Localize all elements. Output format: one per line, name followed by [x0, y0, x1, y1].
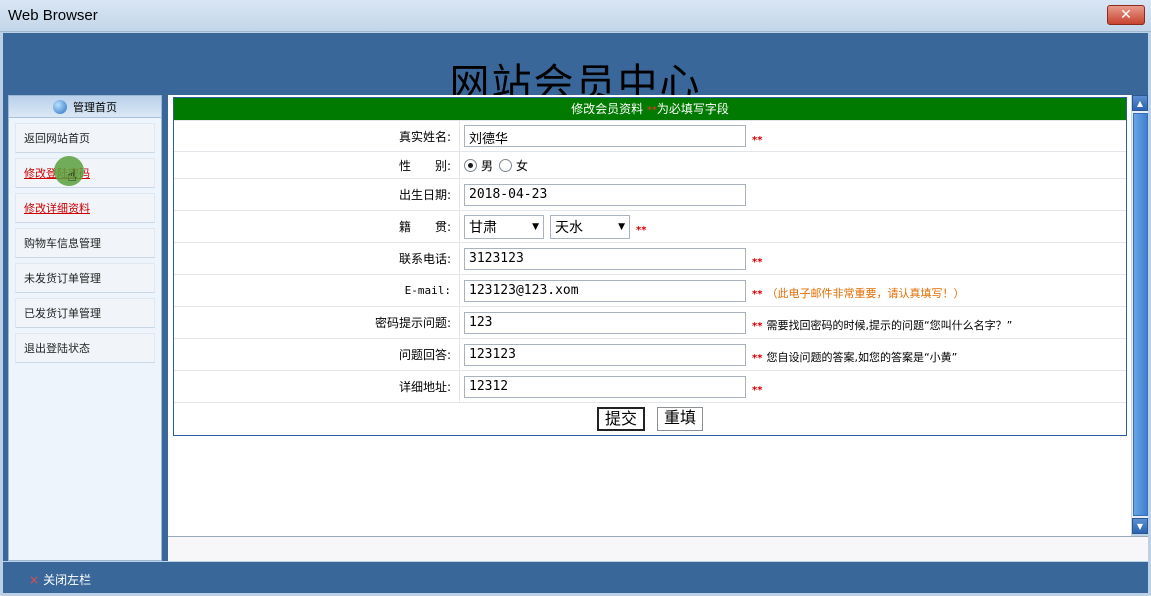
row-gender: 性 别: 男 女: [174, 151, 1126, 178]
city-value: 天水: [555, 219, 583, 236]
sidebar-item-cart[interactable]: 购物车信息管理: [15, 228, 155, 258]
required-mark: **: [752, 321, 763, 332]
required-mark: **: [752, 134, 763, 146]
required-mark: **: [752, 289, 763, 300]
province-value: 甘肃: [469, 219, 497, 236]
close-left-panel-link[interactable]: × 关闭左栏: [29, 571, 91, 588]
sidebar-item-unshipped-orders[interactable]: 未发货订单管理: [15, 263, 155, 293]
window-close-button[interactable]: ✕: [1107, 5, 1145, 25]
reset-button[interactable]: 重填: [657, 407, 704, 431]
name-input[interactable]: 刘德华: [464, 125, 746, 147]
gender-female-radio[interactable]: [499, 158, 513, 172]
birthday-label: 出生日期:: [174, 179, 460, 210]
site-header: 网站会员中心: [3, 33, 1148, 95]
address-input[interactable]: 12312: [464, 375, 746, 398]
answer-input[interactable]: 123123: [464, 343, 746, 366]
footer-bar: × 关闭左栏: [3, 562, 1148, 593]
email-input[interactable]: 123123@123.xom: [464, 279, 746, 302]
profile-form: 修改会员资料 **为必填写字段 真实姓名: 刘德华 ** 性 别: 男 女 出生…: [173, 97, 1127, 436]
sidebar-item-shipped-orders[interactable]: 已发货订单管理: [15, 298, 155, 328]
sidebar-item-change-password[interactable]: 修改登陆密码: [15, 158, 155, 188]
phone-label: 联系电话:: [174, 243, 460, 274]
close-icon: ×: [29, 573, 40, 587]
globe-icon: [53, 100, 67, 114]
left-sidebar: 管理首页 返回网站首页 修改登陆密码 修改详细资料 购物车信息管理 未发货订单管…: [3, 95, 168, 561]
question-hint: 需要找回密码的时候,提示的问题“您叫什么名字？”: [766, 318, 1013, 332]
scroll-down-icon[interactable]: ▼: [1132, 518, 1148, 534]
row-address: 详细地址: 12312 **: [174, 370, 1126, 402]
sidebar-panel: 管理首页 返回网站首页 修改登陆密码 修改详细资料 购物车信息管理 未发货订单管…: [8, 95, 162, 561]
row-question: 密码提示问题: 123 ** 需要找回密码的时候,提示的问题“您叫什么名字？”: [174, 306, 1126, 338]
gender-male-label: 男: [481, 158, 494, 173]
submit-button[interactable]: 提交: [596, 407, 645, 431]
sidebar-item-edit-profile[interactable]: 修改详细资料: [15, 193, 155, 223]
email-label: E-mail:: [174, 275, 460, 306]
gender-male-radio[interactable]: [464, 158, 477, 172]
phone-input[interactable]: 3123123: [464, 247, 746, 270]
answer-label: 问题回答:: [174, 339, 460, 370]
row-phone: 联系电话: 3123123 **: [174, 242, 1126, 274]
dropdown-arrow-icon: ▼: [618, 221, 625, 232]
address-label: 详细地址:: [174, 371, 460, 402]
row-email: E-mail: 123123@123.xom ** （此电子邮件非常重要，请认真…: [174, 274, 1126, 306]
province-select[interactable]: 甘肃 ▼: [464, 214, 544, 239]
question-label: 密码提示问题:: [174, 307, 460, 338]
email-hint: （此电子邮件非常重要，请认真填写！）: [766, 286, 965, 300]
form-heading-tail: 为必填写字段: [656, 102, 729, 116]
main-content: 修改会员资料 **为必填写字段 真实姓名: 刘德华 ** 性 别: 男 女 出生…: [168, 95, 1131, 538]
question-input[interactable]: 123: [464, 311, 746, 334]
content-bottom-strip: [168, 536, 1148, 561]
row-name: 真实姓名: 刘德华 **: [174, 120, 1126, 151]
birthday-input[interactable]: 2018-04-23: [464, 183, 746, 206]
hometown-label: 籍 贯:: [174, 211, 460, 242]
row-hometown: 籍 贯: 甘肃 ▼ 天水 ▼ **: [174, 210, 1126, 242]
scroll-up-icon[interactable]: ▲: [1132, 95, 1148, 111]
form-heading: 修改会员资料 **为必填写字段: [174, 98, 1126, 120]
row-answer: 问题回答: 123123 ** 您自设问题的答案,如您的答案是“小黄”: [174, 338, 1126, 370]
site-title: 网站会员中心: [449, 61, 702, 95]
window-title: Web Browser: [8, 7, 98, 24]
name-label: 真实姓名:: [174, 121, 460, 151]
vertical-scrollbar[interactable]: ▲ ▼: [1131, 95, 1148, 534]
sidebar-item-logout[interactable]: 退出登陆状态: [15, 333, 155, 363]
window-titlebar: Web Browser ✕: [0, 0, 1151, 32]
scroll-thumb[interactable]: [1133, 113, 1148, 516]
row-buttons: 提交 重填: [174, 402, 1126, 435]
answer-hint: 您自设问题的答案,如您的答案是“小黄”: [766, 350, 958, 364]
city-select[interactable]: 天水 ▼: [550, 214, 630, 239]
required-mark: **: [636, 225, 647, 236]
gender-female-label: 女: [516, 158, 529, 173]
sidebar-heading[interactable]: 管理首页: [9, 96, 161, 118]
required-mark: **: [752, 353, 763, 364]
hand-cursor-icon: ☝: [67, 166, 77, 185]
required-mark: **: [752, 257, 763, 268]
close-left-label: 关闭左栏: [43, 573, 92, 587]
form-heading-required-mark: **: [646, 105, 657, 116]
sidebar-item-home[interactable]: 返回网站首页: [15, 123, 155, 153]
sidebar-heading-label: 管理首页: [73, 101, 117, 114]
gender-label: 性 别:: [174, 152, 460, 178]
row-birthday: 出生日期: 2018-04-23: [174, 178, 1126, 210]
required-mark: **: [752, 385, 763, 396]
form-heading-main: 修改会员资料: [571, 102, 647, 116]
dropdown-arrow-icon: ▼: [532, 221, 539, 232]
